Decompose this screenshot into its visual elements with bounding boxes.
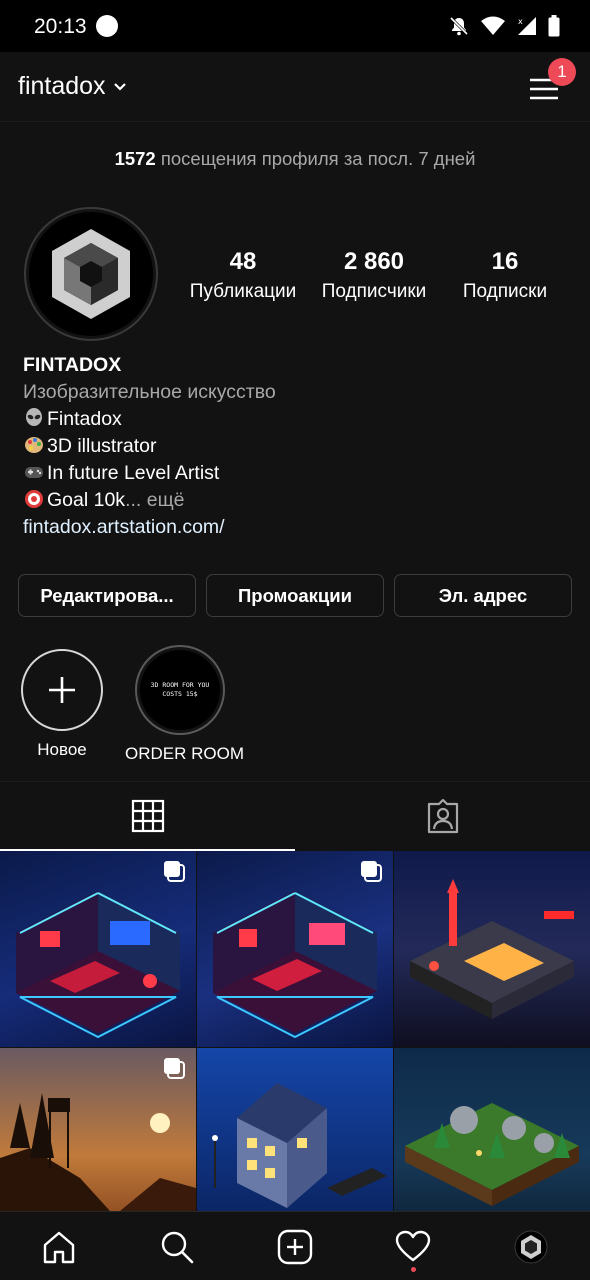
target-emoji-icon	[25, 490, 43, 508]
profile-visits[interactable]: 1572 посещения профиля за посл. 7 дней	[0, 148, 590, 170]
notification-dot-icon	[96, 15, 118, 37]
isometric-forest-village-image	[405, 1103, 579, 1206]
profile-visits-count: 1572	[114, 148, 156, 169]
post-thumbnail[interactable]	[394, 851, 590, 1047]
nav-new-post[interactable]	[236, 1212, 354, 1280]
status-bar: 20:13 x	[0, 0, 590, 52]
edit-profile-button[interactable]: Редактирова...	[18, 574, 196, 617]
tab-tagged[interactable]	[295, 782, 590, 851]
post-thumbnail[interactable]	[197, 851, 393, 1047]
highlight-label: Новое	[37, 740, 87, 759]
bio-line: Fintadox	[23, 406, 276, 433]
nav-search[interactable]	[118, 1212, 236, 1280]
plus-icon	[49, 677, 75, 703]
isometric-gas-station-image	[410, 879, 574, 1019]
posts-grid	[0, 851, 590, 1244]
profile-bio: FINTADOX Изобразительное искусство Finta…	[23, 352, 276, 541]
highlight-label: ORDER ROOM	[125, 744, 244, 763]
search-icon	[161, 1231, 194, 1263]
promotions-button[interactable]: Промоакции	[206, 574, 384, 617]
tagged-icon	[427, 798, 458, 833]
activity-unread-dot	[411, 1267, 416, 1272]
stat-posts[interactable]: 48 Публикации	[186, 247, 300, 307]
profile-avatar[interactable]	[24, 207, 158, 341]
hexagon-cube-logo	[52, 229, 130, 319]
bottom-navigation	[0, 1211, 590, 1280]
stat-following-label: Подписки	[462, 281, 548, 302]
bio-line: Goal 10k... ещё	[23, 487, 276, 514]
game-controller-emoji-icon	[25, 467, 43, 478]
signal-icon: x	[518, 17, 536, 35]
muted-bell-icon	[449, 16, 469, 36]
isometric-house-image	[212, 1083, 387, 1208]
stat-following[interactable]: 16 Подписки	[452, 247, 558, 307]
menu-notification-badge: 1	[548, 58, 576, 86]
highlight-cover: 3D ROOM FOR YOU COSTS 15$	[135, 645, 225, 735]
chevron-down-icon	[113, 82, 126, 91]
home-icon	[43, 1231, 75, 1263]
stat-posts-value: 48	[229, 248, 257, 275]
highlight-order-room[interactable]: 3D ROOM FOR YOU COSTS 15$ ORDER ROOM	[125, 645, 244, 764]
stat-following-value: 16	[491, 248, 519, 275]
bio-line: In future Level Artist	[23, 460, 276, 487]
website-link[interactable]: fintadox.artstation.com/	[23, 514, 276, 541]
palette-emoji-icon	[25, 437, 43, 453]
status-icons: x	[448, 13, 560, 39]
username-label: fintadox	[18, 72, 106, 100]
multiple-photos-icon	[164, 861, 185, 882]
new-highlight-ring	[21, 649, 103, 731]
email-button[interactable]: Эл. адрес	[394, 574, 572, 617]
highlight-new[interactable]: Новое	[7, 645, 117, 760]
nav-home[interactable]	[0, 1212, 118, 1280]
bio-line: 3D illustrator	[23, 433, 276, 460]
profile-avatar-icon	[514, 1230, 548, 1263]
grid-icon	[131, 799, 164, 832]
alien-emoji-icon	[26, 408, 42, 426]
bio-more-link[interactable]: ... ещё	[125, 489, 184, 511]
new-post-icon	[277, 1229, 313, 1264]
profile-header: fintadox 1	[0, 52, 590, 122]
highlight-cover-text: 3D ROOM FOR YOU COSTS 15$	[140, 650, 220, 730]
wifi-icon	[481, 16, 505, 35]
profile-tabs	[0, 781, 590, 851]
nav-activity[interactable]	[354, 1212, 472, 1280]
battery-icon	[548, 15, 560, 37]
profile-visits-text: посещения профиля за посл. 7 дней	[160, 148, 476, 169]
stat-posts-label: Публикации	[189, 281, 297, 302]
account-switcher[interactable]: fintadox	[18, 72, 128, 101]
stat-followers-label: Подписчики	[321, 281, 427, 302]
display-name: FINTADOX	[23, 354, 122, 376]
stat-followers-value: 2 860	[343, 248, 405, 275]
nav-profile[interactable]	[472, 1212, 590, 1280]
status-time: 20:13	[34, 15, 87, 38]
category-label: Изобразительное искусство	[23, 381, 276, 403]
svg-text:x: x	[518, 17, 523, 26]
activity-heart-icon	[395, 1230, 431, 1261]
post-thumbnail[interactable]	[0, 851, 196, 1047]
multiple-photos-icon	[164, 1058, 185, 1079]
tab-posts-grid[interactable]	[0, 782, 295, 851]
stat-followers[interactable]: 2 860 Подписчики	[312, 247, 436, 307]
multiple-photos-icon	[361, 861, 382, 882]
